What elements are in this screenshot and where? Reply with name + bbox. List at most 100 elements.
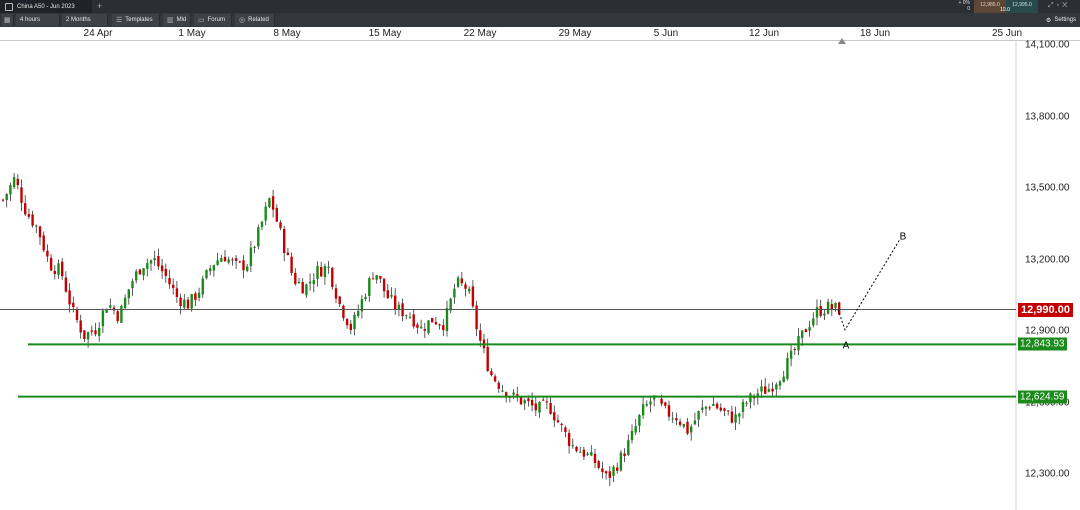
related-label: Related <box>248 17 269 23</box>
interval-select[interactable]: 4 hours <box>16 14 60 26</box>
candle-body <box>286 252 290 256</box>
candle-body <box>371 278 375 280</box>
candle-body <box>42 235 45 251</box>
candle-body <box>445 308 449 332</box>
candle-body <box>275 207 278 222</box>
candle-body <box>604 471 608 474</box>
x-tick-label: 29 May <box>558 28 592 39</box>
candle-body <box>771 388 774 392</box>
price-type-label: Mid <box>176 17 187 23</box>
instrument-tab[interactable]: China A50 - Jun 2023 <box>0 0 92 13</box>
candle-body <box>664 402 667 406</box>
candle-body <box>471 286 475 307</box>
candle-body <box>727 410 730 412</box>
candle-body <box>138 269 142 275</box>
candle-body <box>590 452 593 456</box>
window-controls: ⤢▫✕ <box>1048 2 1070 10</box>
candle-body <box>331 267 334 288</box>
candle-body <box>649 401 652 405</box>
expand-icon[interactable]: ⤢ <box>1048 2 1057 9</box>
x-tick-label: 12 Jun <box>748 28 780 39</box>
candle-body <box>253 246 256 248</box>
candle-body <box>782 376 785 383</box>
candle-body <box>442 325 445 331</box>
candle-body <box>719 407 722 411</box>
candle-body <box>423 329 426 331</box>
candle-body <box>345 318 349 326</box>
candle-body <box>579 451 582 453</box>
price-chart[interactable] <box>0 40 1080 510</box>
candle-body <box>464 284 467 289</box>
candle-body <box>320 266 323 277</box>
forum-icon: ▭ <box>198 17 205 24</box>
candle-body <box>209 268 212 272</box>
current-price-label: 12,990.00 <box>1018 302 1073 317</box>
candle-body <box>242 260 245 271</box>
candle-body <box>205 270 208 279</box>
candle-body <box>179 297 182 307</box>
candle-body <box>586 453 589 455</box>
change-value: 0 <box>967 6 970 12</box>
close-icon[interactable]: ✕ <box>1062 2 1070 9</box>
candle-body <box>542 399 545 401</box>
candle-body <box>172 284 175 289</box>
candle-body <box>186 299 190 309</box>
candle-body <box>553 412 556 421</box>
candle-body <box>27 214 31 217</box>
candle-body <box>682 423 685 427</box>
wave-label-a: A <box>842 340 850 352</box>
range-select[interactable]: 2 Months <box>62 14 108 26</box>
candle-body <box>804 329 808 333</box>
candle-body <box>312 280 315 285</box>
chart-toolbar: ▦ 4 hours 2 Months ☰ Templates ▥ Mid ▭ Foru… <box>0 13 1080 27</box>
candle-body <box>316 266 319 279</box>
candle-body <box>116 311 119 322</box>
candle-body <box>634 426 637 433</box>
candle-body <box>249 247 253 267</box>
candle-body <box>212 265 216 271</box>
candle-body <box>534 403 537 411</box>
candle-body <box>183 299 186 308</box>
candle-body <box>83 330 86 340</box>
candle-body <box>708 407 711 409</box>
instrument-tab-label: China A50 - Jun 2023 <box>17 3 75 10</box>
related-button[interactable]: ◎ Related <box>235 14 275 26</box>
candle-body <box>294 272 297 284</box>
candle-body <box>86 332 90 340</box>
candle-body <box>323 266 327 278</box>
templates-button[interactable]: ☰ Templates <box>112 14 160 26</box>
wave-label-b: B <box>899 231 907 243</box>
add-tab-icon[interactable]: + <box>97 1 102 11</box>
candle-body <box>693 420 697 425</box>
price-type-button[interactable]: ▥ Mid <box>163 14 191 26</box>
candle-body <box>778 381 782 386</box>
x-tick-label: 8 May <box>273 28 301 39</box>
candle-body <box>627 440 630 455</box>
candle-body <box>216 260 219 265</box>
candle-body <box>501 390 504 392</box>
candle-body <box>431 317 434 323</box>
candle-body <box>493 376 497 382</box>
projection-dotted-line[interactable] <box>837 238 901 331</box>
layout-button[interactable]: ▦ <box>2 14 14 26</box>
candle-body <box>830 304 833 310</box>
candle-body <box>349 323 352 331</box>
candle-body <box>834 302 837 308</box>
candle-body <box>608 471 611 478</box>
candle-body <box>57 263 60 275</box>
candle-body <box>364 296 367 300</box>
candle-body <box>616 467 619 471</box>
candle-body <box>545 401 549 403</box>
candle-body <box>227 259 230 263</box>
candle-body <box>35 225 38 227</box>
candle-body <box>690 426 693 433</box>
settings-button[interactable]: ⚙ Settings <box>1046 14 1076 26</box>
candle-body <box>175 288 179 298</box>
forum-button[interactable]: ▭ Forum <box>194 14 232 26</box>
candle-body <box>168 277 171 285</box>
candle-body <box>519 397 523 405</box>
candle-body <box>815 307 819 318</box>
candle-body <box>775 384 778 390</box>
candle-body <box>764 386 767 394</box>
candle-body <box>686 421 689 434</box>
